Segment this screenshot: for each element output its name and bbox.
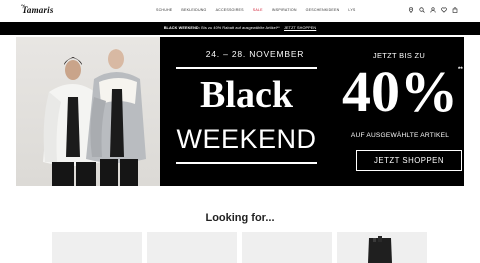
shop-now-button[interactable]: JETZT SHOPPEN xyxy=(356,150,462,171)
hero-banner[interactable]: 24. – 28. NOVEMBER Black WEEKEND JETZT B… xyxy=(16,37,464,186)
hero-dates: 24. – 28. NOVEMBER xyxy=(205,49,305,59)
location-icon[interactable] xyxy=(408,7,414,13)
nav-item-bekleidung[interactable]: BEKLEIDUNG xyxy=(181,8,206,12)
header-icons xyxy=(408,7,458,13)
hero-percent-value: 40% xyxy=(342,59,458,124)
hero-weekend-text: WEEKEND xyxy=(176,124,317,154)
nav-item-lys[interactable]: LYS xyxy=(348,8,355,12)
hero-promo-panel: 24. – 28. NOVEMBER Black WEEKEND JETZT B… xyxy=(160,37,464,186)
category-tiles xyxy=(52,232,428,263)
hero-auf-text: AUF AUSGEWÄHLTE ARTIKEL xyxy=(350,132,450,139)
hero-photo xyxy=(16,37,160,186)
search-icon[interactable] xyxy=(419,7,425,13)
category-tile[interactable] xyxy=(52,232,142,263)
divider-bottom xyxy=(176,162,317,164)
nav-item-accessoires[interactable]: ACCESSOIRES xyxy=(216,8,244,12)
account-icon[interactable] xyxy=(430,7,436,13)
wishlist-icon[interactable] xyxy=(441,7,447,13)
promo-link[interactable]: JETZT SHOPPEN xyxy=(284,26,316,30)
hero-black-text: Black xyxy=(200,74,293,116)
nav-item-geschenkideen[interactable]: GESCHENKIDEEN xyxy=(306,8,340,12)
site-header: ~ Tamaris SCHUHE BEKLEIDUNG ACCESSOIRES … xyxy=(0,0,480,22)
boot-image xyxy=(368,236,392,263)
nav-item-sale[interactable]: SALE xyxy=(253,8,263,12)
category-tile[interactable] xyxy=(147,232,237,263)
category-tile[interactable] xyxy=(242,232,332,263)
cart-icon[interactable] xyxy=(452,7,458,13)
category-tile[interactable] xyxy=(337,232,427,263)
section-title: Looking for... xyxy=(205,212,275,224)
hero-asterisk: ** xyxy=(458,67,463,73)
promo-text: Bis zu 40% Rabatt auf ausgewählte Artike… xyxy=(201,26,280,30)
nav-item-schuhe[interactable]: SCHUHE xyxy=(156,8,172,12)
hero-percent: 40%** xyxy=(342,59,463,143)
divider-top xyxy=(176,67,317,69)
logo-mark: ~ xyxy=(21,2,25,10)
main-nav: SCHUHE BEKLEIDUNG ACCESSOIRES SALE INSPI… xyxy=(156,8,365,12)
logo-text: Tamaris xyxy=(22,5,54,15)
brand-logo[interactable]: ~ Tamaris xyxy=(21,2,54,15)
nav-item-inspiration[interactable]: INSPIRATION xyxy=(272,8,297,12)
promo-title: BLACK WEEKEND: xyxy=(163,26,201,30)
promo-bar: BLACK WEEKEND: Bis zu 40% Rabatt auf aus… xyxy=(0,22,480,35)
models-illustration xyxy=(43,48,146,186)
